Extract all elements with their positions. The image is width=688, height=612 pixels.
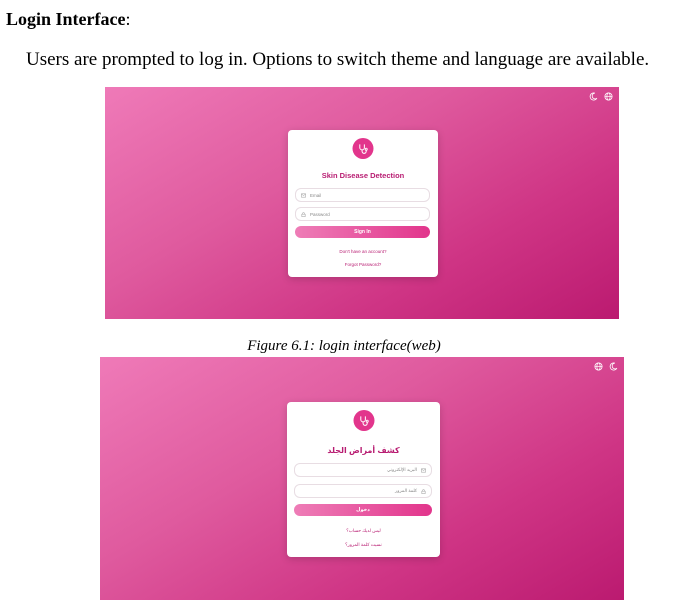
password-placeholder: Password — [310, 211, 330, 217]
top-right-controls — [594, 362, 618, 371]
mail-icon — [301, 193, 306, 197]
sign-in-button[interactable]: Sign In — [295, 226, 430, 238]
logo-badge — [352, 138, 374, 159]
moon-icon[interactable] — [589, 92, 598, 101]
forgot-password-link[interactable]: Forgot Password? — [288, 262, 438, 267]
email-placeholder: البريد الإلكتروني — [386, 467, 417, 472]
app-title: كشف أمراض الجلد — [327, 446, 400, 455]
stethoscope-icon — [359, 144, 368, 154]
section-heading-colon: : — [125, 9, 131, 29]
app-title: Skin Disease Detection — [321, 171, 405, 180]
email-field[interactable]: Email — [295, 188, 430, 202]
password-field[interactable]: كلمة المرور — [294, 484, 432, 498]
moon-icon[interactable] — [609, 362, 618, 371]
lock-icon — [301, 211, 306, 217]
section-heading-title: Login Interface — [6, 9, 126, 29]
forgot-password-link[interactable]: نسيت كلمة المرور؟ — [287, 542, 440, 548]
login-card: Skin Disease Detection Email Password Si… — [288, 130, 438, 277]
login-card: كشف أمراض الجلد البريد الإلكتروني كلمة ا… — [287, 402, 440, 557]
globe-icon[interactable] — [594, 362, 603, 371]
stethoscope-icon — [359, 416, 369, 426]
figure-caption: Figure 6.1: login interface(web) — [247, 338, 441, 354]
sign-in-button[interactable]: دخول — [294, 504, 432, 516]
password-placeholder: كلمة المرور — [395, 488, 417, 493]
signup-link[interactable]: ليس لديك حساب؟ — [287, 528, 440, 534]
mail-icon — [421, 468, 426, 472]
logo-badge — [353, 410, 374, 431]
description-paragraph: Users are prompted to log in. Options to… — [26, 49, 650, 70]
globe-icon[interactable] — [604, 92, 613, 101]
web-login-screenshot: Skin Disease Detection Email Password Si… — [105, 87, 619, 319]
top-right-controls — [589, 92, 613, 101]
signup-link[interactable]: Don't have an account? — [288, 249, 438, 254]
arabic-login-screenshot: كشف أمراض الجلد البريد الإلكتروني كلمة ا… — [100, 357, 624, 600]
email-placeholder: Email — [310, 192, 322, 198]
section-heading: Login Interface: — [6, 9, 131, 30]
password-field[interactable]: Password — [295, 207, 430, 221]
email-field[interactable]: البريد الإلكتروني — [294, 463, 432, 477]
lock-icon — [421, 488, 426, 494]
